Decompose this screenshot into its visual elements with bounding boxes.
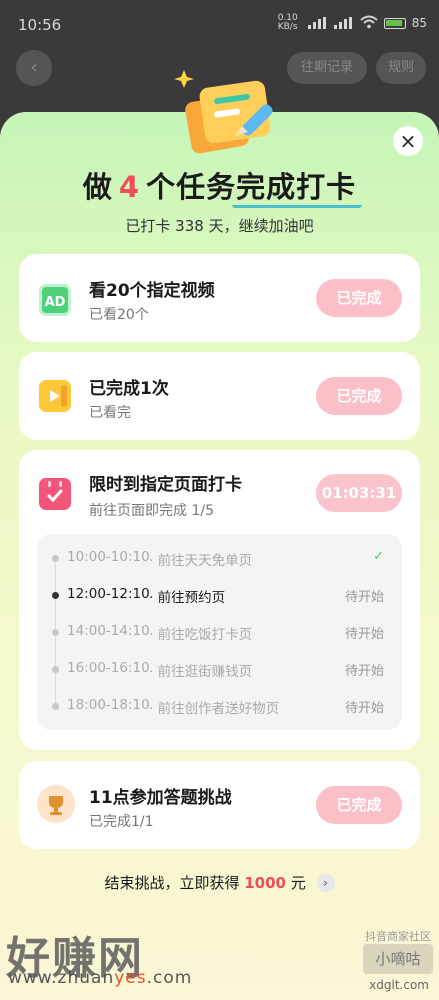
slot-description: · 前往吃饭打卡页 xyxy=(149,623,252,643)
slot-state: 待开始 xyxy=(344,590,384,605)
back-button[interactable]: ‹ xyxy=(16,50,52,86)
title-highlight: 完成打卡 xyxy=(236,170,357,204)
task-card-watch: 已完成1次 已看完 已完成 xyxy=(19,352,420,440)
countdown-timer: 01:03:31 xyxy=(316,474,402,512)
slot-state: 待开始 xyxy=(344,701,384,716)
checkin-days: 已打卡 338 天，继续加油吧 xyxy=(125,217,314,235)
timeline-dot xyxy=(52,592,59,599)
slot-time: 10:00-10:10 xyxy=(67,549,150,565)
task-status-button[interactable]: 已完成 xyxy=(316,377,402,415)
task-status-button[interactable]: 已完成 xyxy=(316,279,402,317)
watermark-community: 抖音商家社区 xyxy=(365,930,431,943)
checkin-note-illustration xyxy=(174,70,273,154)
slot-separator: · xyxy=(149,701,154,717)
slot-description: · 前往预约页 xyxy=(149,586,225,606)
reward-unit: 元 xyxy=(290,874,306,892)
task-card-page-checkin: 限时到指定页面打卡 前往页面即完成 1/5 01:03:31 10:00-10:… xyxy=(19,450,420,750)
task-progress: 前往页面即完成 1/5 xyxy=(89,503,214,519)
slot-destination: 前往逛街赚钱页 xyxy=(157,664,253,680)
timeline-dot xyxy=(52,666,59,673)
battery-icon xyxy=(383,17,406,29)
title-mid: 个任务 xyxy=(146,170,237,204)
timeline-dot xyxy=(52,703,59,710)
slot-destination: 前往预约页 xyxy=(157,590,226,606)
trophy-icon xyxy=(37,785,75,823)
close-button[interactable]: × xyxy=(393,126,423,156)
slot-time: 12:00-12:10 xyxy=(67,586,150,602)
slot-state: 待开始 xyxy=(344,664,384,679)
slot-separator: · xyxy=(149,553,154,569)
slot-destination: 前往创作者送好物页 xyxy=(157,701,280,717)
page-title: 做 4 个任务完成打卡 xyxy=(0,164,439,206)
slot-separator: · xyxy=(149,590,154,606)
time-slot-list: 10:00-10:10 · 前往天天免单页 ✓ 12:00-12:10 · 前往… xyxy=(37,534,402,730)
reward-text: 结束挑战，立即获得 xyxy=(104,874,240,892)
slot-time: 16:00-16:10 xyxy=(67,660,150,676)
status-bar: 10:56 0.10 KB/s 85 xyxy=(0,0,439,44)
time-slot-item[interactable]: 16:00-16:10 · 前往逛街赚钱页 待开始 xyxy=(37,651,402,703)
task-title: 11点参加答题挑战 xyxy=(89,788,232,808)
watermark-right-logo: 小嘀咕 xyxy=(363,944,433,974)
task-progress: 已看20个 xyxy=(89,307,149,323)
slot-separator: · xyxy=(149,627,154,643)
task-progress: 已完成1/1 xyxy=(89,814,154,830)
timeline-dot xyxy=(52,555,59,562)
time-slot-item[interactable]: 14:00-14:10 · 前往吃饭打卡页 待开始 xyxy=(37,614,402,666)
status-icons: 0.10 KB/s 85 xyxy=(278,14,427,32)
network-speed: 0.10 KB/s xyxy=(277,13,298,32)
history-button[interactable]: 往期记录 xyxy=(287,52,367,84)
time-slot-item[interactable]: 10:00-10:10 · 前往天天免单页 ✓ xyxy=(37,540,402,592)
slot-description: · 前往天天免单页 xyxy=(149,549,252,569)
task-title: 看20个指定视频 xyxy=(89,281,215,301)
watermark-url-prefix: www.zhuan xyxy=(8,968,115,988)
slot-time: 14:00-14:10 xyxy=(67,623,150,639)
wifi-icon xyxy=(360,15,378,32)
signal-icon xyxy=(307,17,328,29)
calendar-check-icon xyxy=(39,478,71,510)
task-progress: 已看完 xyxy=(89,405,131,421)
title-prefix: 做 xyxy=(82,170,113,204)
check-icon: ✓ xyxy=(373,549,384,564)
chevron-right-icon: › xyxy=(316,874,335,892)
watermark-url: www.zhuanyes.com xyxy=(8,968,192,988)
task-status-button[interactable]: 已完成 xyxy=(316,786,402,824)
slot-state: 待开始 xyxy=(344,627,384,642)
slot-destination: 前往天天免单页 xyxy=(157,553,253,569)
time-slot-item[interactable]: 18:00-18:10 · 前往创作者送好物页 待开始 xyxy=(37,688,402,724)
timeline-dot xyxy=(52,629,59,636)
time-slot-item[interactable]: 12:00-12:10 · 前往预约页 待开始 xyxy=(37,577,402,629)
watermark-right-url: xdglt.com xyxy=(369,978,429,992)
signal-2-icon xyxy=(333,17,354,29)
slot-description: · 前往逛街赚钱页 xyxy=(149,660,252,680)
slot-time: 18:00-18:10 xyxy=(67,697,150,713)
slot-destination: 前往吃饭打卡页 xyxy=(157,627,253,643)
rules-button[interactable]: 规则 xyxy=(376,52,426,84)
battery-level: 85 xyxy=(411,16,427,30)
ad-video-icon: AD xyxy=(39,284,71,316)
status-time: 10:56 xyxy=(18,16,62,34)
slot-separator: · xyxy=(149,664,154,680)
task-card-videos: AD 看20个指定视频 已看20个 已完成 xyxy=(19,254,420,342)
slot-description: · 前往创作者送好物页 xyxy=(149,697,279,717)
watermark-url-suffix: .com xyxy=(146,968,193,988)
task-count: 4 xyxy=(118,170,141,204)
task-card-quiz: 11点参加答题挑战 已完成1/1 已完成 xyxy=(19,761,420,849)
reward-link[interactable]: 结束挑战，立即获得 1000 元 › xyxy=(0,872,439,893)
watermark-url-highlight: yes xyxy=(114,968,147,988)
play-icon xyxy=(39,380,71,412)
reward-amount: 1000 xyxy=(244,874,286,892)
task-title: 已完成1次 xyxy=(89,379,169,399)
task-title: 限时到指定页面打卡 xyxy=(89,475,242,495)
